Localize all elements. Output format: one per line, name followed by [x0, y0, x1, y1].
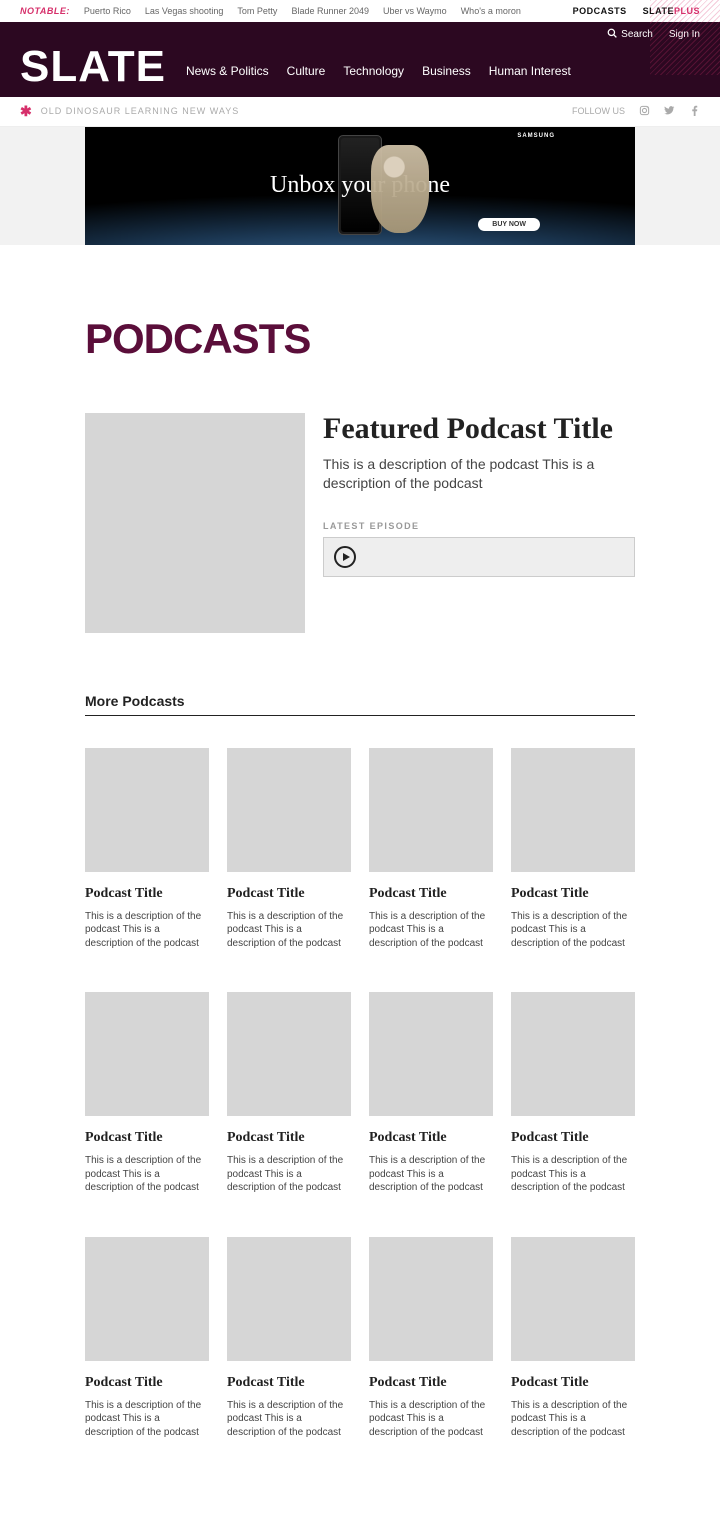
instagram-icon[interactable]	[639, 105, 650, 118]
nav-item[interactable]: News & Politics	[186, 64, 269, 78]
notable-label: NOTABLE:	[20, 6, 70, 16]
podcast-image[interactable]	[369, 748, 493, 872]
search-button[interactable]: Search	[607, 28, 653, 41]
podcast-card[interactable]: Podcast Title This is a description of th…	[227, 992, 351, 1195]
podcast-title[interactable]: Podcast Title	[511, 1130, 635, 1146]
podcast-description: This is a description of the podcast Thi…	[369, 1154, 493, 1195]
podcast-image[interactable]	[227, 748, 351, 872]
latest-episode-label: LATEST EPISODE	[323, 521, 635, 531]
podcast-title[interactable]: Podcast Title	[511, 886, 635, 902]
nav-item[interactable]: Technology	[343, 64, 404, 78]
podcast-card[interactable]: Podcast Title This is a description of th…	[511, 992, 635, 1195]
podcast-image[interactable]	[227, 1237, 351, 1361]
podcast-card[interactable]: Podcast Title This is a description of th…	[85, 748, 209, 951]
podcast-title[interactable]: Podcast Title	[511, 1375, 635, 1391]
podcast-description: This is a description of the podcast Thi…	[227, 1399, 351, 1440]
podcast-image[interactable]	[511, 1237, 635, 1361]
site-logo[interactable]: SLATE	[20, 47, 166, 87]
podcast-card[interactable]: Podcast Title This is a description of th…	[85, 1237, 209, 1440]
ad-brand: SAMSUNG	[517, 133, 555, 139]
podcast-image[interactable]	[85, 992, 209, 1116]
podcast-title[interactable]: Podcast Title	[369, 1130, 493, 1146]
facebook-icon[interactable]	[689, 105, 700, 118]
podcast-title[interactable]: Podcast Title	[369, 1375, 493, 1391]
podcast-description: This is a description of the podcast Thi…	[511, 1399, 635, 1440]
podcast-card[interactable]: Podcast Title This is a description of th…	[227, 748, 351, 951]
ad-banner[interactable]: SAMSUNG Unbox your phone BUY NOW	[85, 127, 635, 245]
follow-label: FOLLOW US	[572, 106, 625, 116]
podcast-grid: Podcast Title This is a description of th…	[85, 748, 635, 1464]
search-label: Search	[621, 29, 653, 40]
podcast-image[interactable]	[369, 992, 493, 1116]
podcast-description: This is a description of the podcast Thi…	[85, 1154, 209, 1195]
top-link[interactable]: Blade Runner 2049	[291, 6, 369, 16]
podcast-title[interactable]: Podcast Title	[85, 886, 209, 902]
top-strip: NOTABLE: Puerto Rico Las Vegas shooting …	[0, 0, 720, 22]
podcast-description: This is a description of the podcast Thi…	[227, 910, 351, 951]
more-podcasts-heading: More Podcasts	[85, 693, 635, 716]
podcast-title[interactable]: Podcast Title	[227, 1130, 351, 1146]
audio-player[interactable]	[323, 537, 635, 577]
featured-title[interactable]: Featured Podcast Title	[323, 413, 635, 445]
podcast-card[interactable]: Podcast Title This is a description of th…	[227, 1237, 351, 1440]
top-link[interactable]: Who's a moron	[461, 6, 521, 16]
sign-in-link[interactable]: Sign In	[669, 29, 700, 40]
featured-description: This is a description of the podcast Thi…	[323, 455, 635, 493]
page-title: PODCASTS	[85, 315, 635, 363]
podcast-description: This is a description of the podcast Thi…	[511, 910, 635, 951]
podcast-image[interactable]	[85, 1237, 209, 1361]
podcast-card[interactable]: Podcast Title This is a description of th…	[369, 1237, 493, 1440]
podcast-card[interactable]: Podcast Title This is a description of th…	[511, 748, 635, 951]
podcast-image[interactable]	[227, 992, 351, 1116]
podcast-card[interactable]: Podcast Title This is a description of th…	[369, 992, 493, 1195]
podcast-description: This is a description of the podcast Thi…	[511, 1154, 635, 1195]
podcast-description: This is a description of the podcast Thi…	[227, 1154, 351, 1195]
podcast-image[interactable]	[85, 748, 209, 872]
podcast-title[interactable]: Podcast Title	[369, 886, 493, 902]
nav-item[interactable]: Culture	[287, 64, 326, 78]
podcast-card[interactable]: Podcast Title This is a description of th…	[369, 748, 493, 951]
nav-item[interactable]: Business	[422, 64, 471, 78]
podcast-description: This is a description of the podcast Thi…	[369, 1399, 493, 1440]
nav-item[interactable]: Human Interest	[489, 64, 571, 78]
main-nav: Search Sign In SLATE News & Politics Cul…	[0, 22, 720, 97]
ad-astronaut-graphic	[371, 145, 429, 233]
podcast-description: This is a description of the podcast Thi…	[369, 910, 493, 951]
top-link[interactable]: Tom Petty	[237, 6, 277, 16]
top-link[interactable]: Uber vs Waymo	[383, 6, 447, 16]
search-icon	[607, 28, 617, 41]
podcast-title[interactable]: Podcast Title	[85, 1375, 209, 1391]
podcast-image[interactable]	[511, 992, 635, 1116]
podcast-description: This is a description of the podcast Thi…	[85, 910, 209, 951]
top-link[interactable]: Las Vegas shooting	[145, 6, 224, 16]
featured-podcast: Featured Podcast Title This is a descrip…	[85, 413, 635, 633]
podcast-title[interactable]: Podcast Title	[227, 1375, 351, 1391]
asterisk-icon: ✱	[20, 103, 33, 120]
podcasts-link[interactable]: PODCASTS	[573, 6, 627, 16]
podcast-card[interactable]: Podcast Title This is a description of th…	[85, 992, 209, 1195]
podcast-title[interactable]: Podcast Title	[85, 1130, 209, 1146]
slate-plus-link[interactable]: SLATEPLUS	[643, 6, 700, 16]
podcast-title[interactable]: Podcast Title	[227, 886, 351, 902]
sub-bar: ✱ OLD DINOSAUR LEARNING NEW WAYS FOLLOW …	[0, 97, 720, 127]
podcast-image[interactable]	[511, 748, 635, 872]
podcast-description: This is a description of the podcast Thi…	[85, 1399, 209, 1440]
tagline: OLD DINOSAUR LEARNING NEW WAYS	[41, 106, 240, 116]
twitter-icon[interactable]	[664, 105, 675, 118]
play-icon[interactable]	[334, 546, 356, 568]
podcast-image[interactable]	[369, 1237, 493, 1361]
featured-image[interactable]	[85, 413, 305, 633]
ad-cta-button[interactable]: BUY NOW	[478, 218, 540, 231]
podcast-card[interactable]: Podcast Title This is a description of th…	[511, 1237, 635, 1440]
top-link[interactable]: Puerto Rico	[84, 6, 131, 16]
